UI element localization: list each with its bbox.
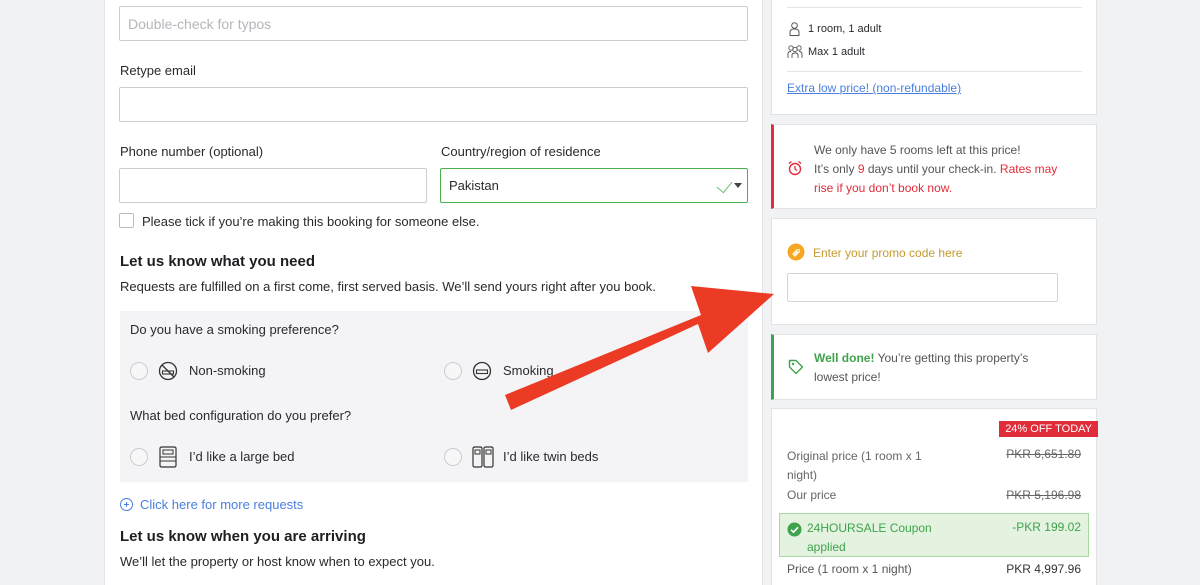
urgency-line-1: We only have 5 rooms left at this price! bbox=[814, 143, 1021, 157]
coupon-label-line: 24HOURSALE Coupon bbox=[807, 521, 932, 535]
original-price-label-line: night) bbox=[787, 468, 818, 482]
large-bed-label: I’d like a large bed bbox=[189, 449, 295, 464]
requests-description: Requests are fulfilled on a first come, … bbox=[120, 279, 656, 294]
rate-type-link[interactable]: Extra low price! (non-refundable) bbox=[787, 81, 961, 95]
large-bed-radio[interactable] bbox=[130, 448, 148, 466]
urgency-line-2: It’s only 9 days until your check-in. Ra… bbox=[814, 160, 1084, 179]
twin-beds-radio[interactable] bbox=[444, 448, 462, 466]
country-select[interactable]: Pakistan bbox=[440, 168, 748, 203]
more-requests-link[interactable]: Click here for more requests bbox=[120, 497, 303, 512]
person-icon bbox=[789, 22, 800, 36]
max-occupancy-text: Max 1 adult bbox=[808, 46, 865, 58]
price-tag-icon bbox=[788, 359, 804, 375]
rates-warning: rise if you don’t book now. bbox=[814, 181, 953, 195]
phone-label: Phone number (optional) bbox=[120, 144, 264, 159]
arrival-description: We’ll let the property or host know when… bbox=[120, 554, 435, 569]
check-circle-icon bbox=[787, 522, 802, 537]
lowest-price-text: lowest price! bbox=[814, 370, 881, 384]
smoking-question: Do you have a smoking preference? bbox=[130, 322, 339, 337]
urgency-text: days until your check-in. bbox=[864, 162, 1000, 176]
coupon-applied-row: 24HOURSALE Coupon applied -PKR 199.02 bbox=[779, 513, 1089, 557]
requests-title: Let us know what you need bbox=[120, 253, 316, 270]
no-smoking-icon bbox=[158, 361, 178, 381]
arrival-title: Let us know when you are arriving bbox=[120, 528, 366, 545]
price-value: PKR 4,997.96 bbox=[1006, 562, 1081, 576]
phone-field[interactable] bbox=[119, 168, 427, 203]
smoking-icon bbox=[472, 361, 492, 381]
promo-code-input[interactable] bbox=[787, 273, 1058, 302]
country-value: Pakistan bbox=[449, 178, 499, 193]
urgency-text: It’s only bbox=[814, 162, 858, 176]
urgency-message: We only have 5 rooms left at this price!… bbox=[814, 141, 1084, 198]
smoking-label: Smoking bbox=[503, 363, 554, 378]
booking-for-other-checkbox[interactable] bbox=[119, 213, 134, 228]
room-summary-card: 1 room, 1 adult Max 1 adult Extra low pr… bbox=[771, 0, 1097, 115]
retype-email-field[interactable] bbox=[119, 87, 748, 122]
plus-icon bbox=[120, 498, 133, 511]
divider bbox=[787, 71, 1082, 72]
smoking-radio[interactable] bbox=[444, 362, 462, 380]
large-bed-icon bbox=[159, 446, 177, 468]
original-price-label-line: Original price (1 room x 1 bbox=[787, 449, 922, 463]
price-breakdown-card: 24% OFF TODAY Original price (1 room x 1… bbox=[771, 408, 1098, 585]
urgency-card: We only have 5 rooms left at this price!… bbox=[771, 124, 1097, 209]
our-price-value: PKR 5,196.98 bbox=[1006, 488, 1081, 502]
group-icon bbox=[787, 45, 803, 58]
booking-for-other-label: Please tick if you’re making this bookin… bbox=[142, 214, 480, 229]
country-label: Country/region of residence bbox=[441, 144, 601, 159]
non-smoking-label: Non-smoking bbox=[189, 363, 266, 378]
promo-tag-icon bbox=[787, 243, 805, 261]
twin-beds-icon bbox=[472, 446, 494, 468]
discount-badge: 24% OFF TODAY bbox=[999, 421, 1098, 437]
lowest-price-card: Well done! You’re getting this property’… bbox=[771, 334, 1097, 400]
price-label: Price (1 room x 1 night) bbox=[787, 562, 912, 576]
more-requests-label: Click here for more requests bbox=[140, 497, 304, 512]
rooms-text: 1 room, 1 adult bbox=[808, 23, 882, 35]
chevron-down-icon bbox=[734, 183, 742, 188]
coupon-label: 24HOURSALE Coupon applied bbox=[807, 519, 932, 557]
email-confirm-field[interactable]: Double-check for typos bbox=[119, 6, 748, 41]
original-price-label: Original price (1 room x 1 night) bbox=[787, 447, 922, 485]
promo-card: Enter your promo code here bbox=[771, 218, 1097, 325]
lowest-price-text: You’re getting this property’s bbox=[874, 351, 1029, 365]
valid-check-icon bbox=[716, 176, 733, 194]
promo-label: Enter your promo code here bbox=[813, 246, 963, 260]
lowest-price-message: Well done! You’re getting this property’… bbox=[814, 349, 1028, 387]
alarm-clock-icon bbox=[788, 160, 802, 176]
well-done-text: Well done! bbox=[814, 351, 875, 365]
non-smoking-radio[interactable] bbox=[130, 362, 148, 380]
coupon-value: -PKR 199.02 bbox=[1012, 520, 1081, 534]
original-price-value: PKR 6,651.80 bbox=[1006, 447, 1081, 461]
email-placeholder: Double-check for typos bbox=[128, 15, 272, 32]
retype-email-label: Retype email bbox=[120, 63, 196, 78]
our-price-label: Our price bbox=[787, 488, 837, 502]
bed-question: What bed configuration do you prefer? bbox=[130, 408, 352, 423]
divider bbox=[787, 7, 1082, 8]
coupon-label-line: applied bbox=[807, 540, 846, 554]
twin-beds-label: I’d like twin beds bbox=[503, 449, 599, 464]
days-count: 9 bbox=[857, 162, 865, 176]
rates-warning: Rates may bbox=[999, 162, 1058, 176]
